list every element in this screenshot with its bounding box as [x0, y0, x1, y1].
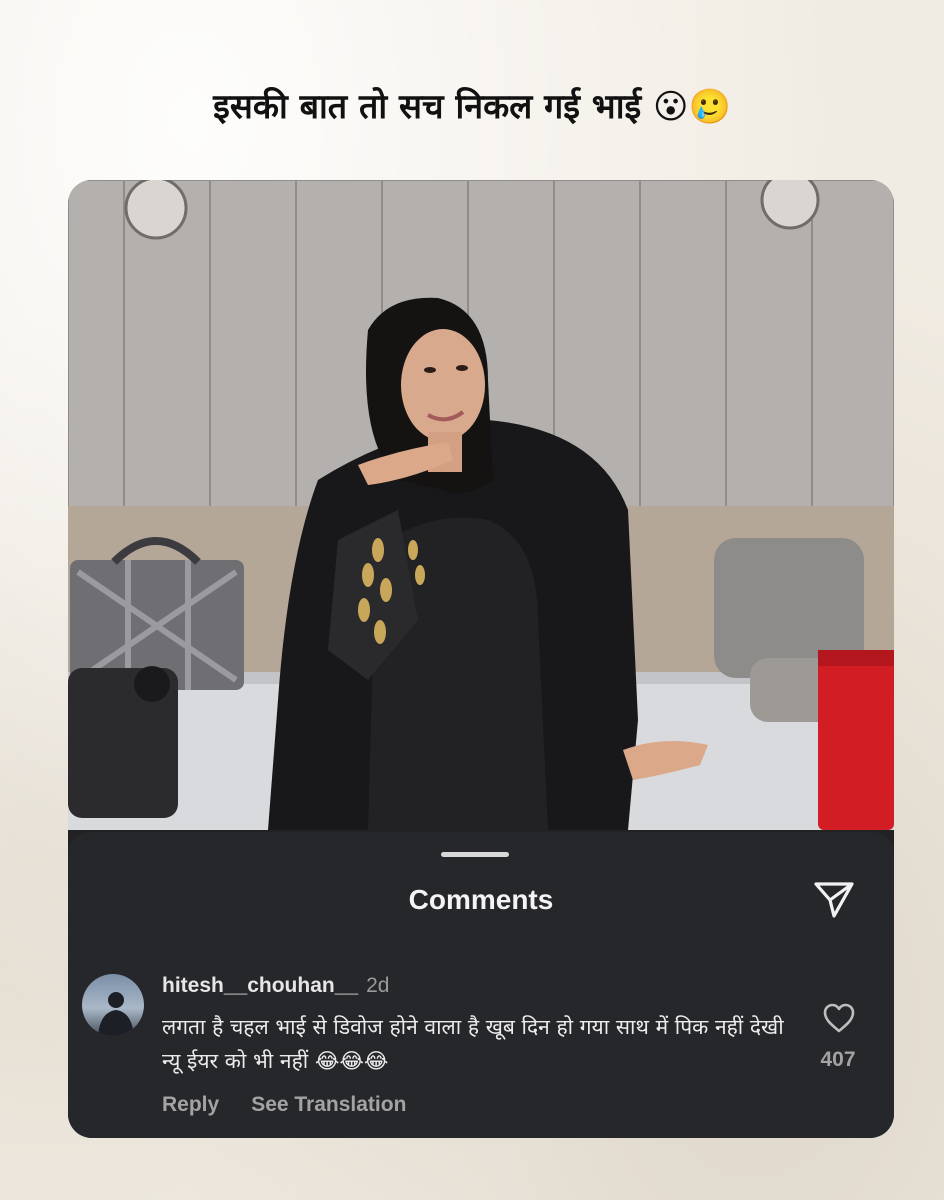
comments-sheet: Comments hitesh__chouhan__ 2d लगता है चहल…	[68, 832, 894, 1138]
comments-title: Comments	[408, 884, 554, 915]
instagram-post-card: Comments hitesh__chouhan__ 2d लगता है चहल…	[68, 180, 894, 1138]
paper-plane-icon[interactable]	[812, 878, 856, 922]
see-translation-button[interactable]: See Translation	[251, 1093, 406, 1116]
drag-handle[interactable]	[441, 852, 509, 857]
comment-time: 2d	[366, 974, 390, 997]
comment-item: hitesh__chouhan__ 2d लगता है चहल भाई से ड…	[82, 970, 882, 1120]
post-photo[interactable]	[68, 180, 894, 830]
reply-button[interactable]: Reply	[162, 1093, 219, 1116]
comment-header: hitesh__chouhan__ 2d	[162, 974, 389, 998]
photo-illustration	[68, 180, 894, 830]
heart-icon[interactable]	[822, 1002, 856, 1034]
comment-actions: Reply See Translation	[162, 1093, 406, 1117]
headline: इसकी बात तो सच निकल गई भाई 😮🥲	[213, 87, 731, 127]
comment-text: लगता है चहल भाई से डिवोज होने वाला है खू…	[162, 1015, 784, 1073]
like-count: 407	[820, 1048, 856, 1071]
avatar[interactable]	[82, 974, 144, 1036]
comment-author[interactable]: hitesh__chouhan__	[162, 974, 358, 997]
